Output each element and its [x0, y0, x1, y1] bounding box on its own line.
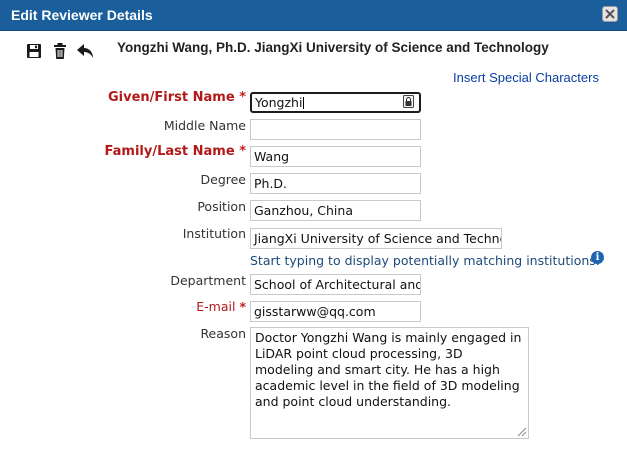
degree-input[interactable]: Ph.D.: [250, 173, 421, 194]
required-marker: *: [239, 90, 246, 105]
middle-name-input[interactable]: [250, 119, 421, 140]
middle-name-label: Middle Name: [163, 118, 246, 133]
department-label: Department: [170, 273, 246, 288]
close-icon: [605, 9, 615, 19]
password-manager-icon[interactable]: [403, 95, 414, 108]
insert-special-characters-link[interactable]: Insert Special Characters: [453, 70, 599, 85]
reason-textarea[interactable]: Doctor Yongzhi Wang is mainly engaged in…: [250, 327, 529, 439]
reason-label: Reason: [200, 326, 246, 341]
resize-grip-icon[interactable]: [517, 427, 527, 437]
delete-button[interactable]: [51, 42, 69, 60]
family-name-input[interactable]: Wang: [250, 146, 421, 167]
save-icon: [27, 44, 41, 58]
text-cursor: [303, 97, 305, 109]
dialog-titlebar: Edit Reviewer Details: [0, 0, 627, 31]
degree-label: Degree: [200, 172, 247, 187]
reviewer-heading: Yongzhi Wang, Ph.D. JiangXi University o…: [117, 40, 549, 55]
institution-hint: Start typing to display potentially matc…: [250, 253, 600, 268]
position-input[interactable]: Ganzhou, China: [250, 200, 421, 221]
dialog-title: Edit Reviewer Details: [11, 7, 153, 23]
position-label: Position: [197, 199, 246, 214]
trash-icon: [54, 43, 66, 59]
save-button[interactable]: [25, 42, 43, 60]
close-button[interactable]: [602, 6, 618, 22]
email-label: E-mail *: [196, 299, 246, 314]
given-name-input[interactable]: Yongzhi: [250, 92, 421, 113]
required-marker: *: [239, 144, 246, 159]
given-name-label: Given/First Name *: [107, 90, 246, 105]
institution-label: Institution: [182, 226, 246, 241]
back-button[interactable]: [76, 42, 94, 60]
institution-input[interactable]: JiangXi University of Science and Techno…: [250, 228, 502, 249]
required-marker: *: [239, 299, 246, 314]
info-icon[interactable]: i: [591, 251, 604, 264]
family-name-label: Family/Last Name *: [104, 144, 246, 159]
back-arrow-icon: [77, 44, 93, 58]
department-input[interactable]: School of Architectural and Surveying En…: [250, 274, 421, 295]
email-input[interactable]: gisstarww@qq.com: [250, 301, 421, 322]
